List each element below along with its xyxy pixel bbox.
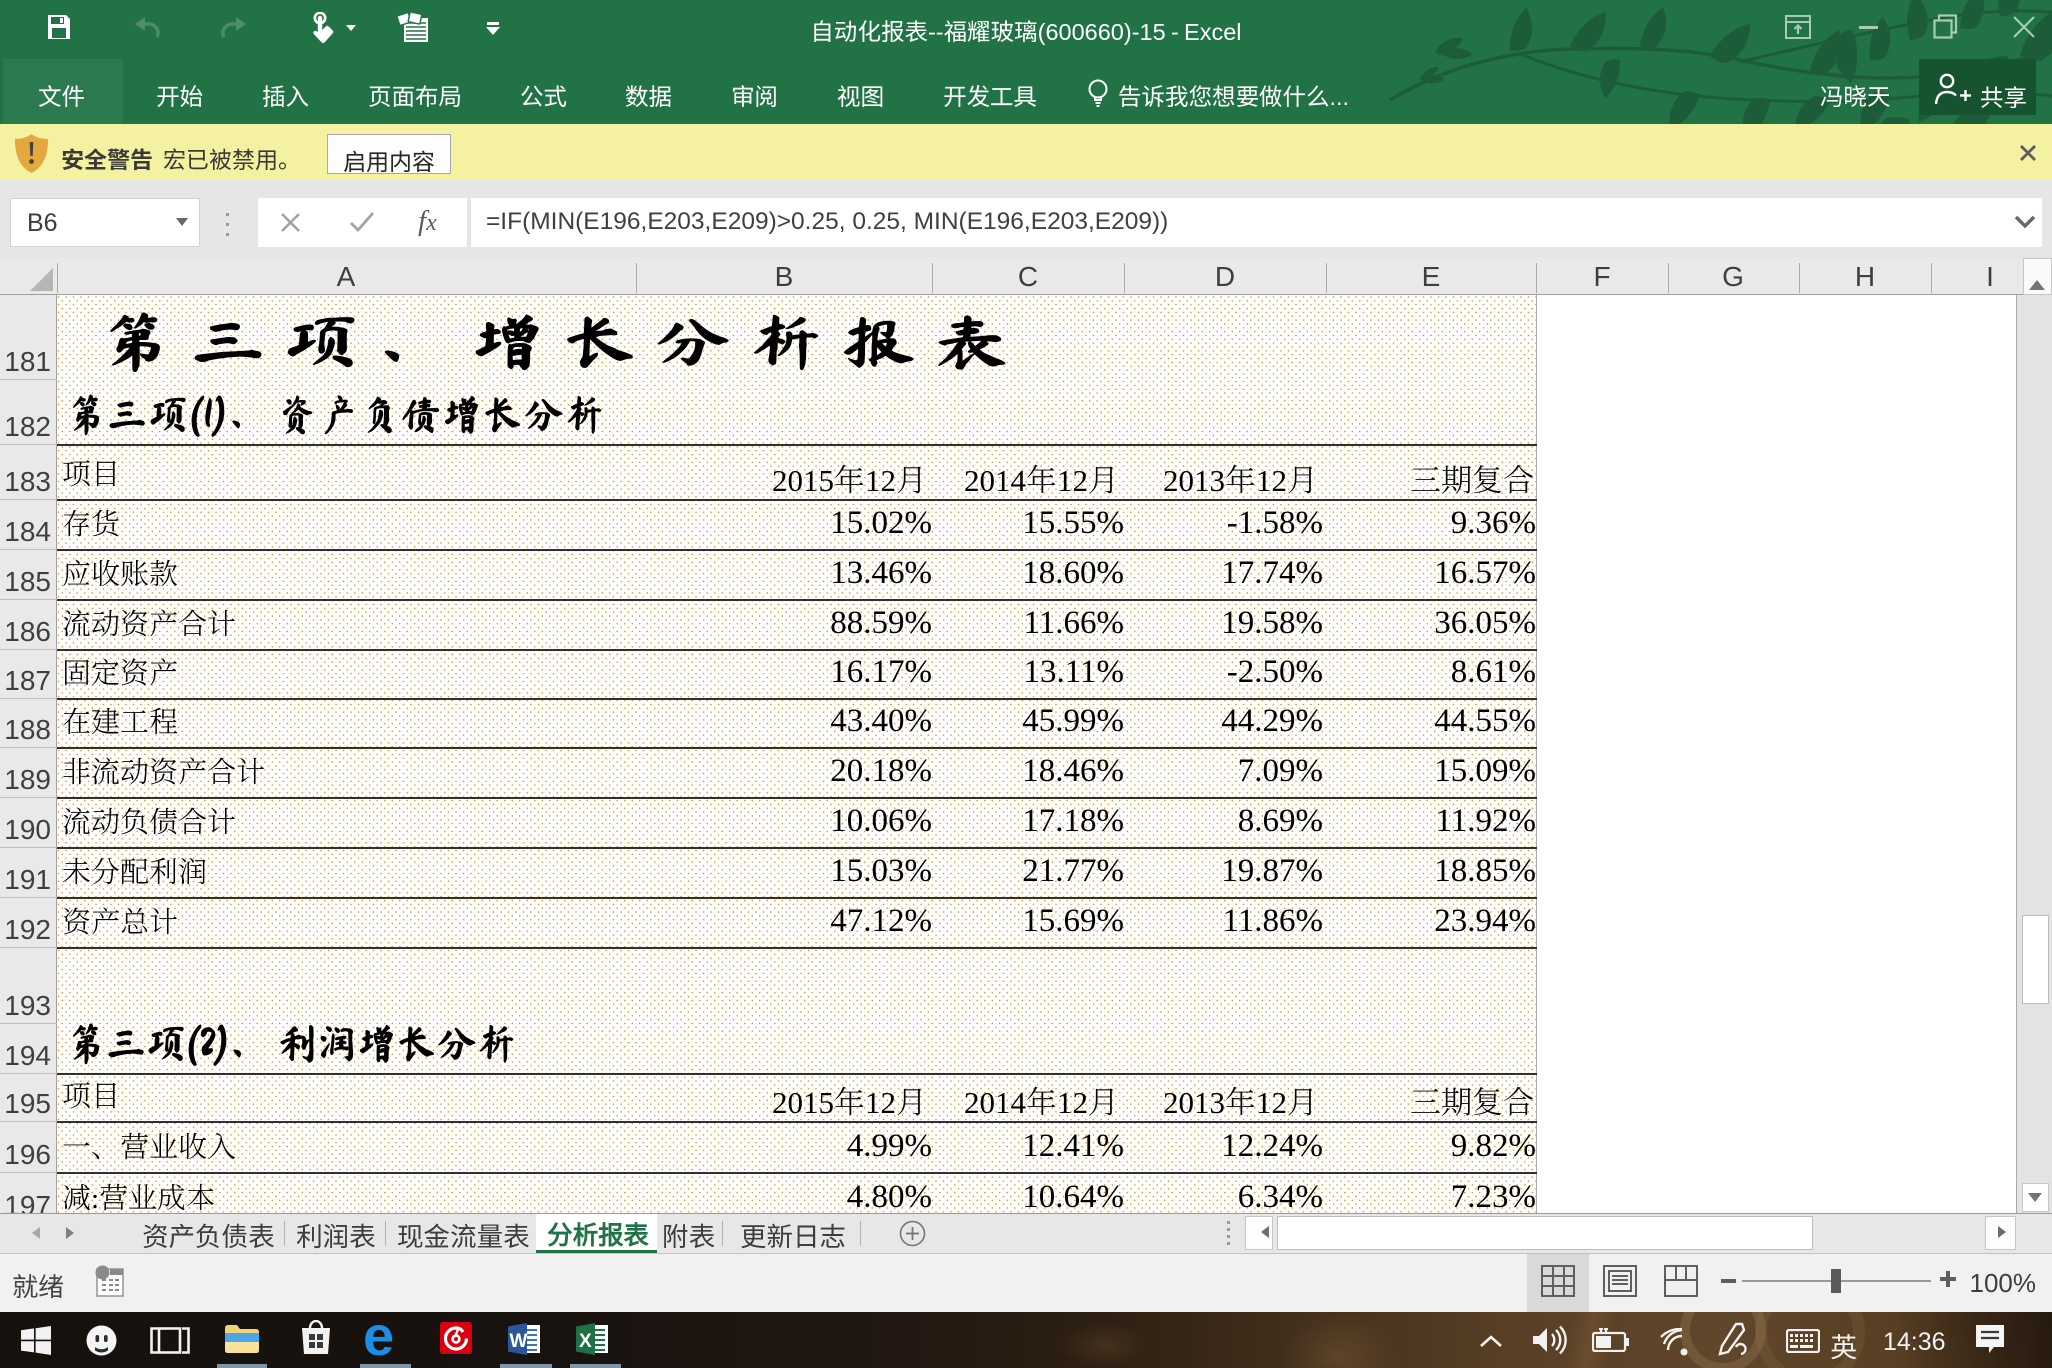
svg-text:W: W (510, 1331, 528, 1352)
svg-text:X: X (579, 1331, 592, 1352)
